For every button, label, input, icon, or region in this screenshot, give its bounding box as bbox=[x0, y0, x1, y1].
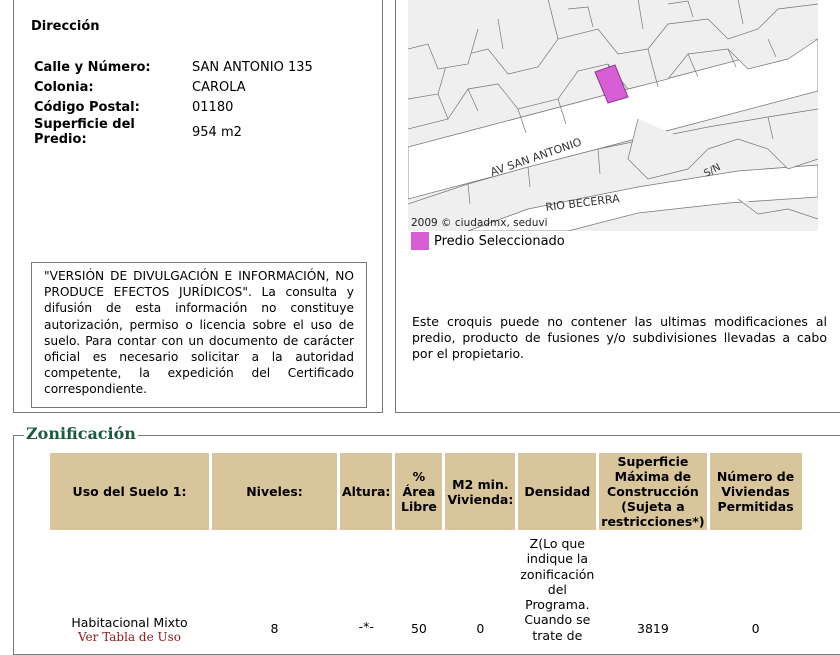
direccion-title: Dirección bbox=[31, 19, 100, 34]
viviendas-cell: 0 bbox=[751, 621, 760, 636]
colonia-value: CAROLA bbox=[192, 79, 246, 95]
superficie-cell: 3819 bbox=[637, 621, 669, 636]
map-panel: AV SAN ANTONIO RIO BECERRA S/N 2009 © ci… bbox=[395, 0, 840, 413]
area-libre-cell: 50 bbox=[410, 621, 427, 636]
address-row: Colonia: CAROLA bbox=[31, 77, 316, 97]
header-m2-min: M2 min. Vivienda: bbox=[445, 453, 516, 530]
niveles-cell: 8 bbox=[270, 621, 279, 636]
table-row: Habitacional Mixto Ver Tabla de Uso 8 -*… bbox=[50, 533, 802, 644]
zonificacion-title: Zonificación bbox=[24, 424, 138, 443]
densidad-cell: Z(Lo que indique la zonificación del Pro… bbox=[520, 536, 595, 643]
legal-notice-text: "VERSIÓN DE DIVULGACIÓN E INFORMACIÓN, N… bbox=[44, 269, 354, 397]
header-uso: Uso del Suelo 1: bbox=[50, 453, 209, 530]
altura-cell: -*- bbox=[358, 619, 374, 634]
zonificacion-table: Uso del Suelo 1: Niveles: Altura: % Área… bbox=[47, 450, 805, 647]
cp-label: Código Postal: bbox=[34, 99, 140, 115]
header-niveles: Niveles: bbox=[212, 453, 337, 530]
ver-tabla-link[interactable]: Ver Tabla de Uso bbox=[52, 630, 207, 644]
header-row: Uso del Suelo 1: Niveles: Altura: % Área… bbox=[50, 453, 802, 530]
address-row: Superficie del Predio: 954 m2 bbox=[31, 117, 316, 147]
address-table: Calle y Número: SAN ANTONIO 135 Colonia:… bbox=[31, 57, 316, 148]
parcel-map[interactable]: AV SAN ANTONIO RIO BECERRA S/N 2009 © ci… bbox=[408, 0, 818, 231]
calle-value: SAN ANTONIO 135 bbox=[192, 59, 313, 75]
superficie-label: Superficie del Predio: bbox=[34, 117, 135, 147]
uso-cell: Habitacional Mixto Ver Tabla de Uso bbox=[50, 533, 209, 644]
header-altura: Altura: bbox=[340, 453, 393, 530]
colonia-label: Colonia: bbox=[34, 79, 94, 95]
header-num-viviendas: Número de Viviendas Permitidas bbox=[709, 453, 802, 530]
address-panel: Dirección Calle y Número: SAN ANTONIO 13… bbox=[13, 0, 383, 413]
address-row: Código Postal: 01180 bbox=[31, 97, 316, 117]
header-densidad: Densidad bbox=[518, 453, 597, 530]
legend-swatch bbox=[411, 232, 429, 250]
legal-notice-box: "VERSIÓN DE DIVULGACIÓN E INFORMACIÓN, N… bbox=[31, 262, 367, 408]
address-row: Calle y Número: SAN ANTONIO 135 bbox=[31, 57, 316, 77]
legend-label: Predio Seleccionado bbox=[434, 234, 565, 249]
header-superficie-max: Superficie Máxima de Construcción (Sujet… bbox=[599, 453, 707, 530]
map-graphic: AV SAN ANTONIO RIO BECERRA S/N 2009 © ci… bbox=[408, 0, 818, 231]
uso-value: Habitacional Mixto bbox=[71, 615, 188, 630]
superficie-value: 954 m2 bbox=[192, 124, 242, 140]
map-copyright: 2009 © ciudadmx, seduvi bbox=[411, 217, 548, 229]
header-area-libre: % Área Libre bbox=[395, 453, 443, 530]
calle-label: Calle y Número: bbox=[34, 59, 151, 75]
croquis-note: Este croquis puede no contener las ultim… bbox=[412, 314, 827, 361]
cp-value: 01180 bbox=[192, 99, 234, 115]
m2-min-cell: 0 bbox=[476, 621, 485, 636]
